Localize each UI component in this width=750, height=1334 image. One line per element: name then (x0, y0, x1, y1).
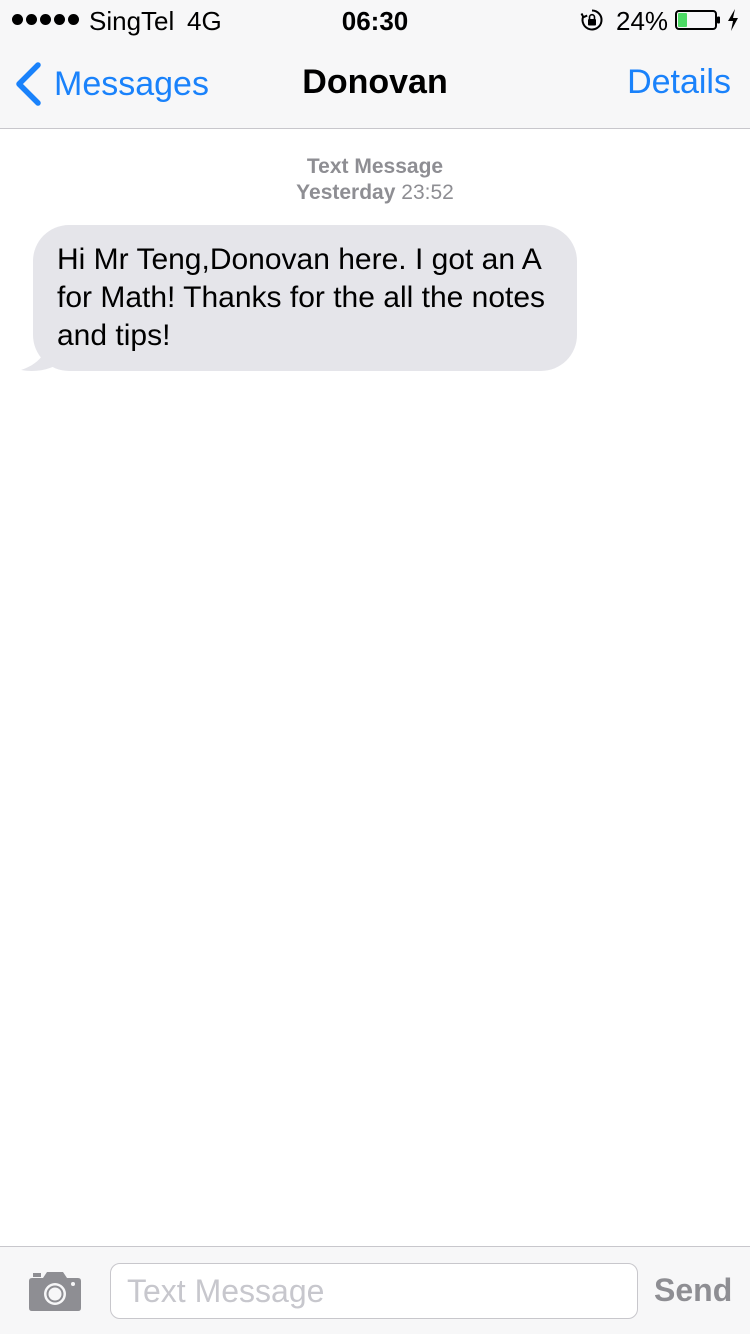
message-input-bar: Send (0, 1246, 750, 1334)
camera-icon[interactable] (28, 1270, 82, 1312)
incoming-message[interactable]: Hi Mr Teng,Donovan here. I got an A for … (20, 225, 580, 375)
nav-bar: Messages Donovan Details (0, 40, 750, 129)
timestamp-day: Yesterday (296, 181, 396, 204)
send-button[interactable]: Send (654, 1272, 732, 1309)
messages-screen: SingTel 4G 06:30 24% Messages Donovan De… (0, 0, 750, 1334)
message-text-input[interactable] (110, 1263, 638, 1319)
message-bubble: Hi Mr Teng,Donovan here. I got an A for … (33, 225, 577, 371)
lock-rotation-icon (580, 9, 603, 31)
details-button[interactable]: Details (627, 63, 731, 102)
timestamp-time: 23:52 (401, 181, 454, 204)
message-timestamp: Yesterday 23:52 (0, 180, 750, 206)
service-label: Text Message (306, 155, 444, 178)
battery-percent: 24% (616, 6, 669, 36)
status-bar: SingTel 4G 06:30 24% (0, 0, 750, 40)
message-timestamp-header: Text Message Yesterday 23:52 (0, 154, 750, 206)
charging-icon (728, 9, 738, 31)
battery-icon (675, 10, 720, 30)
